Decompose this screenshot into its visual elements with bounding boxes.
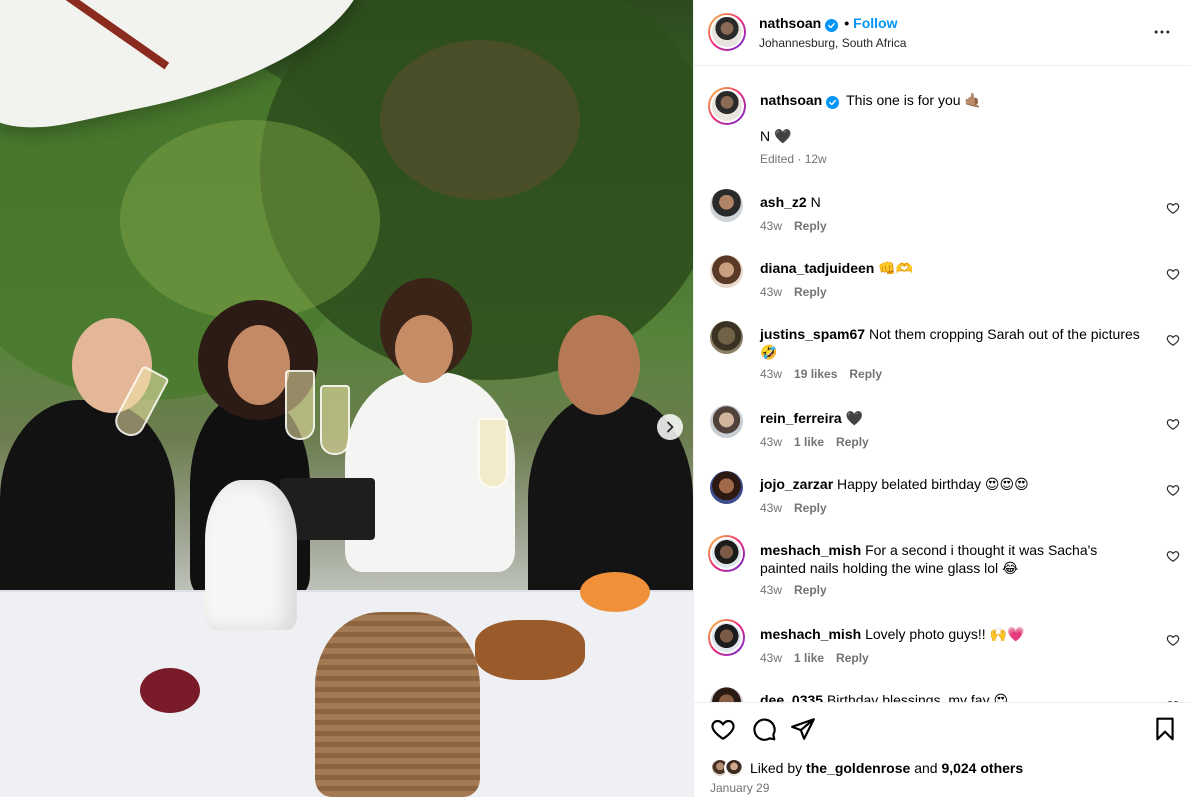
caption-text: This one is for you 🤙🏽	[846, 92, 982, 108]
post-actions: Liked by the_goldenrose and 9,024 others…	[694, 702, 1191, 797]
comment-username[interactable]: meshach_mish	[760, 626, 861, 642]
liked-by-user[interactable]: the_goldenrose	[806, 760, 910, 776]
photo-glass	[320, 385, 350, 455]
photo-fruit	[140, 668, 200, 713]
post-side-panel: nathsoan • Follow Johannesburg, South Afri…	[693, 0, 1191, 797]
reply-button[interactable]: Reply	[794, 583, 827, 597]
author-name-row: nathsoan • Follow	[759, 15, 897, 32]
comment-like-heart-icon[interactable]	[1166, 333, 1180, 347]
caption-text-row: nathsoan This one is for you 🤙🏽	[760, 91, 1160, 109]
photo-person-head	[228, 325, 290, 405]
comment-username[interactable]: dee_0335	[760, 692, 823, 702]
liked-by-row[interactable]: Liked by the_goldenrose and 9,024 others	[710, 758, 1023, 778]
photo-basket	[315, 612, 480, 797]
comment-avatar[interactable]	[710, 405, 743, 438]
liked-by-prefix: Liked by	[750, 760, 803, 776]
more-options-button[interactable]	[1150, 20, 1174, 44]
caption-meta: Edited · 12w	[760, 152, 827, 166]
comment-like-heart-icon[interactable]	[1166, 201, 1180, 215]
caption-username[interactable]: nathsoan	[760, 92, 822, 108]
post-date[interactable]: January 29	[710, 781, 769, 795]
comment-like-heart-icon[interactable]	[1166, 267, 1180, 281]
comment-username[interactable]: rein_ferreira	[760, 410, 842, 426]
caption-second-line: N 🖤	[760, 128, 792, 144]
follow-button[interactable]: Follow	[853, 15, 897, 31]
comment-text: Birthday blessings, my fav 😍	[826, 692, 1009, 702]
liked-by-count[interactable]: 9,024 others	[941, 760, 1023, 776]
photo-person-head	[558, 315, 640, 415]
comment-age[interactable]: 43w	[760, 285, 782, 299]
comment-avatar[interactable]	[710, 321, 743, 354]
separator-dot: •	[844, 15, 850, 31]
comment-age[interactable]: 43w	[760, 501, 782, 515]
comment-avatar[interactable]	[710, 255, 743, 288]
bookmark-icon[interactable]	[1152, 716, 1178, 742]
comment-age[interactable]: 43w	[760, 367, 782, 381]
heart-icon[interactable]	[710, 716, 736, 742]
comment-like-heart-icon[interactable]	[1166, 417, 1180, 431]
photo-fruit	[580, 572, 650, 612]
reply-button[interactable]: Reply	[849, 367, 882, 381]
caption-author-avatar[interactable]	[708, 87, 746, 125]
comment-username[interactable]: jojo_zarzar	[760, 476, 833, 492]
comment-username[interactable]: justins_spam67	[760, 326, 865, 342]
comment-avatar[interactable]	[710, 687, 743, 702]
reply-button[interactable]: Reply	[836, 435, 869, 449]
photo-foliage	[380, 40, 580, 200]
reply-button[interactable]: Reply	[794, 219, 827, 233]
share-icon[interactable]	[790, 716, 816, 742]
comment-age[interactable]: 43w	[760, 435, 782, 449]
photo-person-head	[395, 315, 453, 383]
comment-avatar[interactable]	[708, 619, 745, 656]
more-options-icon	[1154, 30, 1170, 34]
comment-age[interactable]: 43w	[760, 651, 782, 665]
photo-glass	[478, 418, 508, 488]
comment-text: 🖤	[845, 410, 864, 426]
verified-badge-icon	[825, 19, 839, 32]
comment-like-count[interactable]: 1 like	[794, 651, 824, 665]
chevron-right-icon	[667, 421, 674, 433]
comment-like-count[interactable]: 1 like	[794, 435, 824, 449]
comment-text: Lovely photo guys!! 🙌💗	[865, 626, 1025, 642]
photo-glass	[285, 370, 315, 440]
post-location[interactable]: Johannesburg, South Africa	[759, 36, 906, 50]
carousel-next-button[interactable]	[657, 414, 683, 440]
comment-like-heart-icon[interactable]	[1166, 549, 1180, 563]
comment-like-count[interactable]: 19 likes	[794, 367, 837, 381]
liked-by-and: and	[914, 760, 938, 776]
comment-username[interactable]: meshach_mish	[760, 542, 861, 558]
liker-avatar	[724, 758, 744, 778]
author-avatar[interactable]	[708, 13, 746, 51]
comment-avatar[interactable]	[710, 471, 743, 504]
comment-avatar[interactable]	[708, 535, 745, 572]
comment-text: Happy belated birthday 😍😍😍	[837, 476, 1029, 492]
post-header: nathsoan • Follow Johannesburg, South Afri…	[694, 0, 1191, 66]
photo-bread	[475, 620, 585, 680]
comment-text: 👊🫶	[878, 260, 914, 276]
photo-foliage	[120, 120, 380, 320]
comment-age[interactable]: 43w	[760, 583, 782, 597]
comment-username[interactable]: ash_z2	[760, 194, 807, 210]
comment-text: N	[810, 194, 821, 210]
comment-like-heart-icon[interactable]	[1166, 483, 1180, 497]
reply-button[interactable]: Reply	[794, 285, 827, 299]
photo-ice-bucket	[205, 480, 297, 630]
comment-username[interactable]: diana_tadjuideen	[760, 260, 874, 276]
author-username[interactable]: nathsoan	[759, 15, 821, 31]
post-photo[interactable]	[0, 0, 693, 797]
comment-icon[interactable]	[751, 716, 777, 742]
verified-badge-icon	[826, 96, 840, 109]
reply-button[interactable]: Reply	[836, 651, 869, 665]
comment-avatar[interactable]	[710, 189, 743, 222]
comments-list[interactable]: nathsoan This one is for you 🤙🏽 N 🖤 Edit…	[694, 67, 1191, 702]
comment-like-heart-icon[interactable]	[1166, 633, 1180, 647]
reply-button[interactable]: Reply	[794, 501, 827, 515]
comment-age[interactable]: 43w	[760, 219, 782, 233]
photo-person	[0, 400, 175, 620]
